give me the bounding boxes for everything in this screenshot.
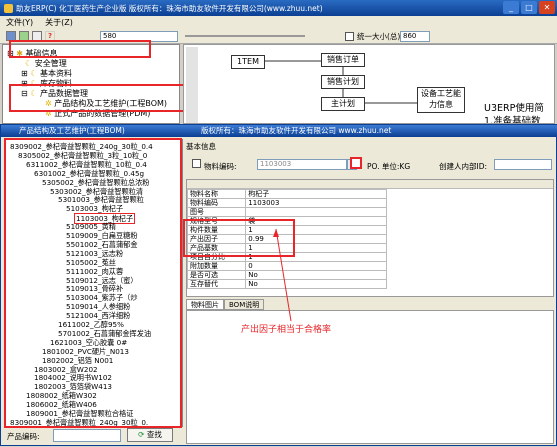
unify-size-label: 统一大小(总) [357, 32, 401, 41]
moon-icon: ☾ [30, 69, 38, 78]
menu-about[interactable]: 关于(Z) [45, 17, 73, 28]
window-titlebar: 助友ERP(C) 化工医药生产企业版 版权所有：珠海市助友软件开发有限公司(ww… [0, 0, 557, 16]
toolbar-slider[interactable] [185, 35, 305, 37]
size-input[interactable]: 860 [400, 31, 430, 42]
side-text-2: 1.准备基础数 [484, 116, 541, 124]
moon-icon: ☾ [25, 59, 33, 68]
unify-size-checkbox[interactable] [345, 32, 354, 41]
menu-bar: 文件(Y) 关于(Z) [0, 16, 557, 29]
bom-window: 产品结构及工艺维护(工程BOM) 版权所有：珠海市助友软件开发有限公司 www.… [0, 124, 557, 446]
highlight-basic-info [9, 40, 151, 58]
annotation-arrow [273, 228, 292, 322]
maximize-button[interactable]: □ [521, 1, 537, 14]
highlight-product-data [9, 84, 197, 112]
annotation-text: 产出因子相当于合格率 [241, 325, 332, 335]
window-title: 助友ERP(C) 化工医药生产企业版 版权所有：珠海市助友软件开发有限公司(ww… [16, 3, 323, 13]
menu-file[interactable]: 文件(Y) [6, 17, 33, 28]
minimize-button[interactable]: _ [503, 1, 519, 14]
side-text-1: U3ERP使用简 [484, 103, 544, 114]
app-icon [4, 3, 13, 13]
close-button[interactable]: ✕ [539, 1, 555, 14]
flowchart-area: 1TEM 销售订单 销售计划 主计划 设备工艺能力信息 U3ERP使用简 1.准… [183, 44, 555, 124]
